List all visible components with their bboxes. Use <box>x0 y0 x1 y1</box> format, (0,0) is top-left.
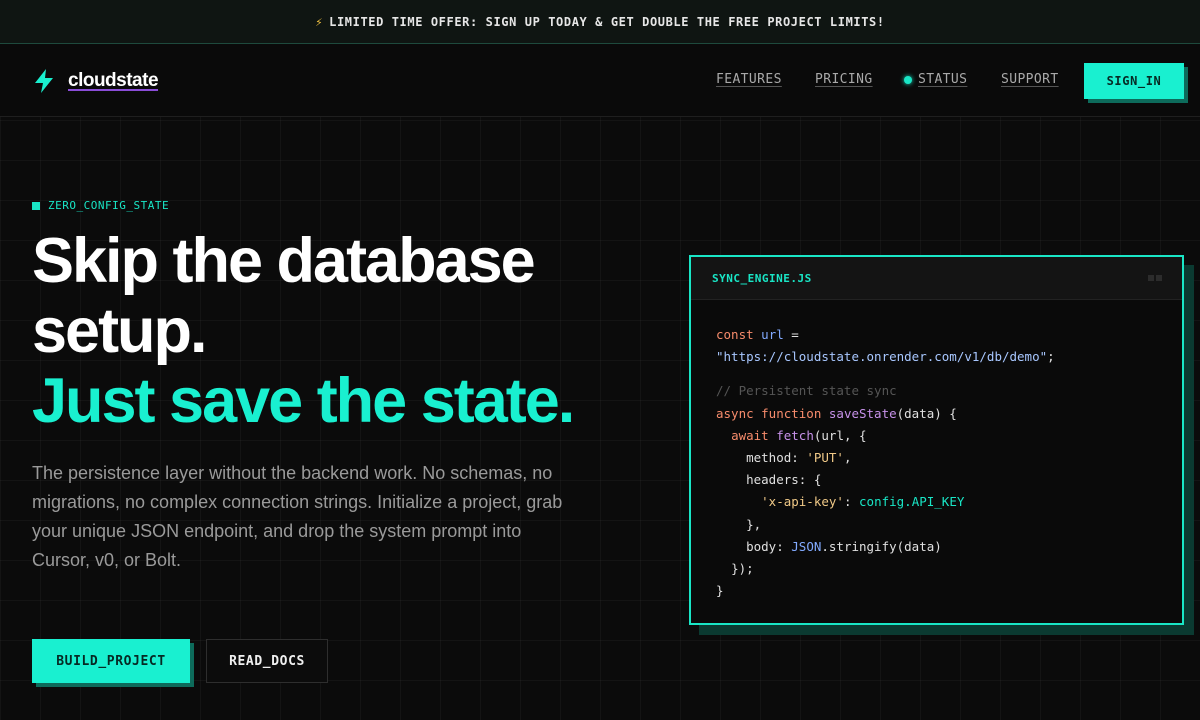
lightning-icon: ⚡ <box>315 14 324 29</box>
code-block: const url = "https://cloudstate.onrender.… <box>691 300 1182 602</box>
nav-support: SUPPORT <box>1001 72 1059 87</box>
nav-link-support[interactable]: SUPPORT <box>1001 72 1059 87</box>
nav-features: FEATURES <box>716 72 782 87</box>
hero-kicker: ZERO_CONFIG_STATE <box>32 199 169 212</box>
code-line: "https://cloudstate.onrender.com/v1/db/d… <box>716 349 1055 365</box>
code-line: 'x-api-key': config.API_KEY <box>761 494 965 510</box>
headline-line-1: Skip the database <box>32 226 536 296</box>
code-line: // Persistent state sync <box>716 383 897 399</box>
site-header: cloudstate FEATURES PRICING STATUS SUPPO… <box>0 44 1200 117</box>
square-bullet-icon <box>32 201 40 210</box>
code-line: } <box>716 583 724 599</box>
nav-pricing: PRICING <box>815 72 873 87</box>
nav-link-features[interactable]: FEATURES <box>716 72 782 87</box>
headline-accent: Just save the state. <box>32 366 575 436</box>
code-line: const url = <box>716 327 799 342</box>
headline-line-2: setup. <box>32 296 208 366</box>
promo-banner-text: LIMITED TIME OFFER: SIGN UP TODAY & GET … <box>329 14 885 29</box>
hero-subtext: The persistence layer without the backen… <box>32 463 563 570</box>
window-dots-icon <box>1146 275 1162 281</box>
code-line: }); <box>731 561 754 577</box>
promo-banner: ⚡ LIMITED TIME OFFER: SIGN UP TODAY & GE… <box>0 0 1200 44</box>
read-docs-button[interactable]: READ_DOCS <box>206 639 328 683</box>
code-line: headers: { <box>746 472 822 488</box>
bolt-logo-icon <box>35 69 53 93</box>
code-line: await fetch(url, { <box>731 427 867 443</box>
logo-link[interactable]: cloudstate <box>32 68 159 94</box>
hero-headline: Skip the database setup. Just save the s… <box>32 226 672 436</box>
nav-status: STATUS <box>904 72 967 87</box>
nav-link-status[interactable]: STATUS <box>918 72 967 87</box>
status-online-dot-icon <box>904 75 912 84</box>
code-card-title: SYNC_ENGINE.JS <box>712 271 812 285</box>
code-card: SYNC_ENGINE.JS const url = "https://cloud… <box>689 255 1184 625</box>
code-card-header: SYNC_ENGINE.JS <box>691 257 1182 300</box>
code-line: method: 'PUT', <box>746 450 852 466</box>
nav-link-pricing[interactable]: PRICING <box>815 72 873 87</box>
hero-kicker-text: ZERO_CONFIG_STATE <box>48 199 170 212</box>
logo-text: cloudstate <box>68 70 159 91</box>
code-line: body: JSON.stringify(data) <box>746 538 942 554</box>
code-line: async function saveState(data) { <box>716 405 957 421</box>
code-line: }, <box>746 516 762 532</box>
build-project-button[interactable]: BUILD_PROJECT <box>32 639 190 683</box>
sign-in-button[interactable]: SIGN_IN <box>1084 63 1184 99</box>
